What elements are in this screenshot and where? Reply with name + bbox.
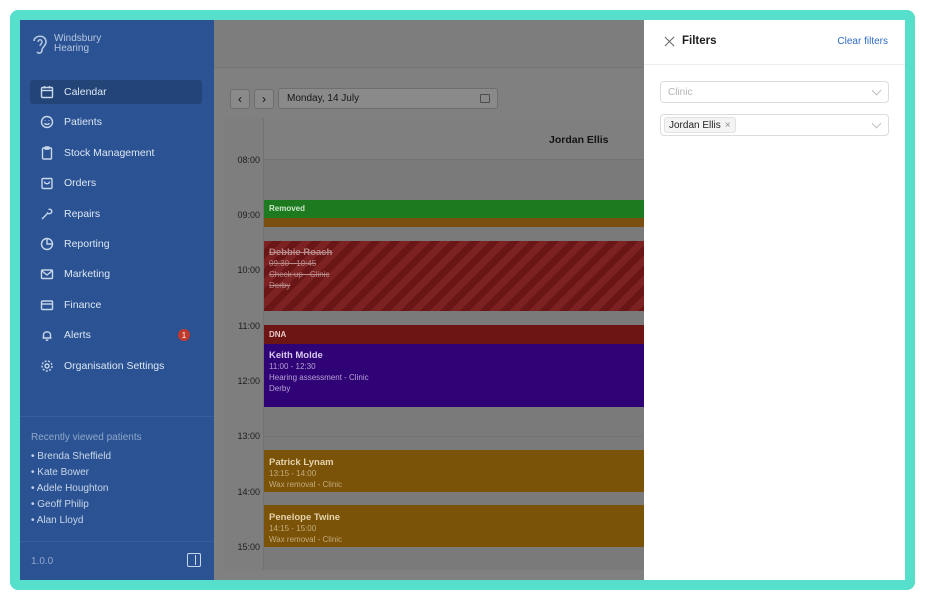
gear-icon <box>40 359 54 373</box>
sidebar-item-stock-management[interactable]: Stock Management <box>30 141 202 165</box>
calendar-icon <box>40 85 54 99</box>
alerts-count-badge: 1 <box>178 329 190 342</box>
sidebar-item-label: Stock Management <box>64 146 155 159</box>
recent-patient-link[interactable]: • Alan Lloyd <box>31 513 201 529</box>
wrench-icon <box>40 207 54 221</box>
mail-icon <box>40 267 54 281</box>
pie-chart-icon <box>40 237 54 251</box>
sidebar-divider <box>20 541 214 542</box>
sidebar-item-finance[interactable]: Finance <box>30 293 202 317</box>
time-label: 11:00 <box>238 321 260 331</box>
prev-day-button[interactable]: ‹ <box>230 88 250 109</box>
remove-tag-icon[interactable]: × <box>725 120 731 131</box>
sidebar-item-marketing[interactable]: Marketing <box>30 262 202 286</box>
recent-patient-link[interactable]: • Adele Houghton <box>31 481 201 497</box>
resource-name: Jordan Ellis <box>549 134 609 146</box>
clipboard-icon <box>40 146 54 160</box>
sidebar-item-orders[interactable]: Orders <box>30 171 202 195</box>
time-column: 08:00 09:00 10:00 11:00 12:00 13:00 14:0… <box>224 118 264 570</box>
clinician-tag: Jordan Ellis × <box>664 117 736 133</box>
sidebar-item-label: Finance <box>64 298 102 311</box>
sidebar-item-alerts[interactable]: Alerts 1 <box>30 323 202 347</box>
sidebar-item-repairs[interactable]: Repairs <box>30 202 202 226</box>
clinic-select[interactable]: Clinic <box>660 81 889 103</box>
app-window: Windsbury Hearing Calendar Patients Stoc… <box>20 20 905 580</box>
brand-name: Windsbury Hearing <box>54 34 101 54</box>
sidebar-divider <box>20 416 214 417</box>
recent-patient-link[interactable]: • Geoff Philip <box>31 497 201 513</box>
clinician-tag-label: Jordan Ellis <box>669 119 721 131</box>
sidebar-item-label: Orders <box>64 177 97 190</box>
time-label: 12:00 <box>237 376 260 386</box>
recent-patients: Recently viewed patients • Brenda Sheffi… <box>31 432 201 529</box>
brand-logo[interactable]: Windsbury Hearing <box>30 30 101 58</box>
calendar-icon <box>480 94 490 103</box>
time-label: 13:00 <box>237 431 260 441</box>
time-label: 08:00 <box>237 155 260 165</box>
recent-patients-title: Recently viewed patients <box>31 432 142 443</box>
sidebar-item-label: Marketing <box>64 268 111 281</box>
sidebar-item-label: Reporting <box>64 237 110 250</box>
bell-icon <box>40 328 54 342</box>
sidebar-item-label: Organisation Settings <box>64 359 165 372</box>
filters-title: Filters <box>682 35 717 47</box>
ear-icon <box>33 35 47 54</box>
sidebar-item-label: Patients <box>64 116 102 129</box>
sidebar-item-organisation-settings[interactable]: Organisation Settings <box>30 354 202 378</box>
date-picker[interactable]: Monday, 14 July <box>278 88 498 109</box>
recent-patient-link[interactable]: • Kate Bower <box>31 465 201 481</box>
smile-icon <box>40 115 54 129</box>
bag-icon <box>40 176 54 190</box>
sidebar-item-patients[interactable]: Patients <box>30 110 202 134</box>
sidebar-item-label: Calendar <box>64 86 107 98</box>
filters-header: Filters Clear filters <box>644 20 905 65</box>
filters-panel: Filters Clear filters Clinic Jordan Elli… <box>644 20 905 580</box>
next-day-button[interactable]: › <box>254 88 274 109</box>
date-picker-value: Monday, 14 July <box>287 93 360 104</box>
time-label: 09:00 <box>237 210 260 220</box>
time-label: 15:00 <box>237 542 260 552</box>
time-label: 10:00 <box>237 265 260 275</box>
chevron-down-icon <box>871 118 882 129</box>
collapse-sidebar-icon[interactable] <box>187 553 201 567</box>
clinic-select-placeholder: Clinic <box>668 86 693 98</box>
clear-filters-link[interactable]: Clear filters <box>837 36 888 47</box>
chevron-down-icon <box>871 85 882 96</box>
brand-line-2: Hearing <box>54 43 90 54</box>
close-icon[interactable] <box>664 36 675 47</box>
sidebar-item-label: Repairs <box>64 207 101 220</box>
clinician-select[interactable]: Jordan Ellis × <box>660 114 889 136</box>
sidebar-item-reporting[interactable]: Reporting <box>30 232 202 256</box>
card-icon <box>40 298 54 312</box>
date-toolbar: ‹ › Monday, 14 July <box>230 88 498 109</box>
sidebar-item-label: Alerts <box>64 329 91 342</box>
time-label: 14:00 <box>237 487 260 497</box>
recent-patient-link[interactable]: • Brenda Sheffield <box>31 449 201 465</box>
app-version: 1.0.0 <box>31 556 54 567</box>
sidebar-nav: Calendar Patients Stock Management Order… <box>30 80 202 384</box>
sidebar-item-calendar[interactable]: Calendar <box>30 80 202 104</box>
sidebar: Windsbury Hearing Calendar Patients Stoc… <box>20 20 214 580</box>
